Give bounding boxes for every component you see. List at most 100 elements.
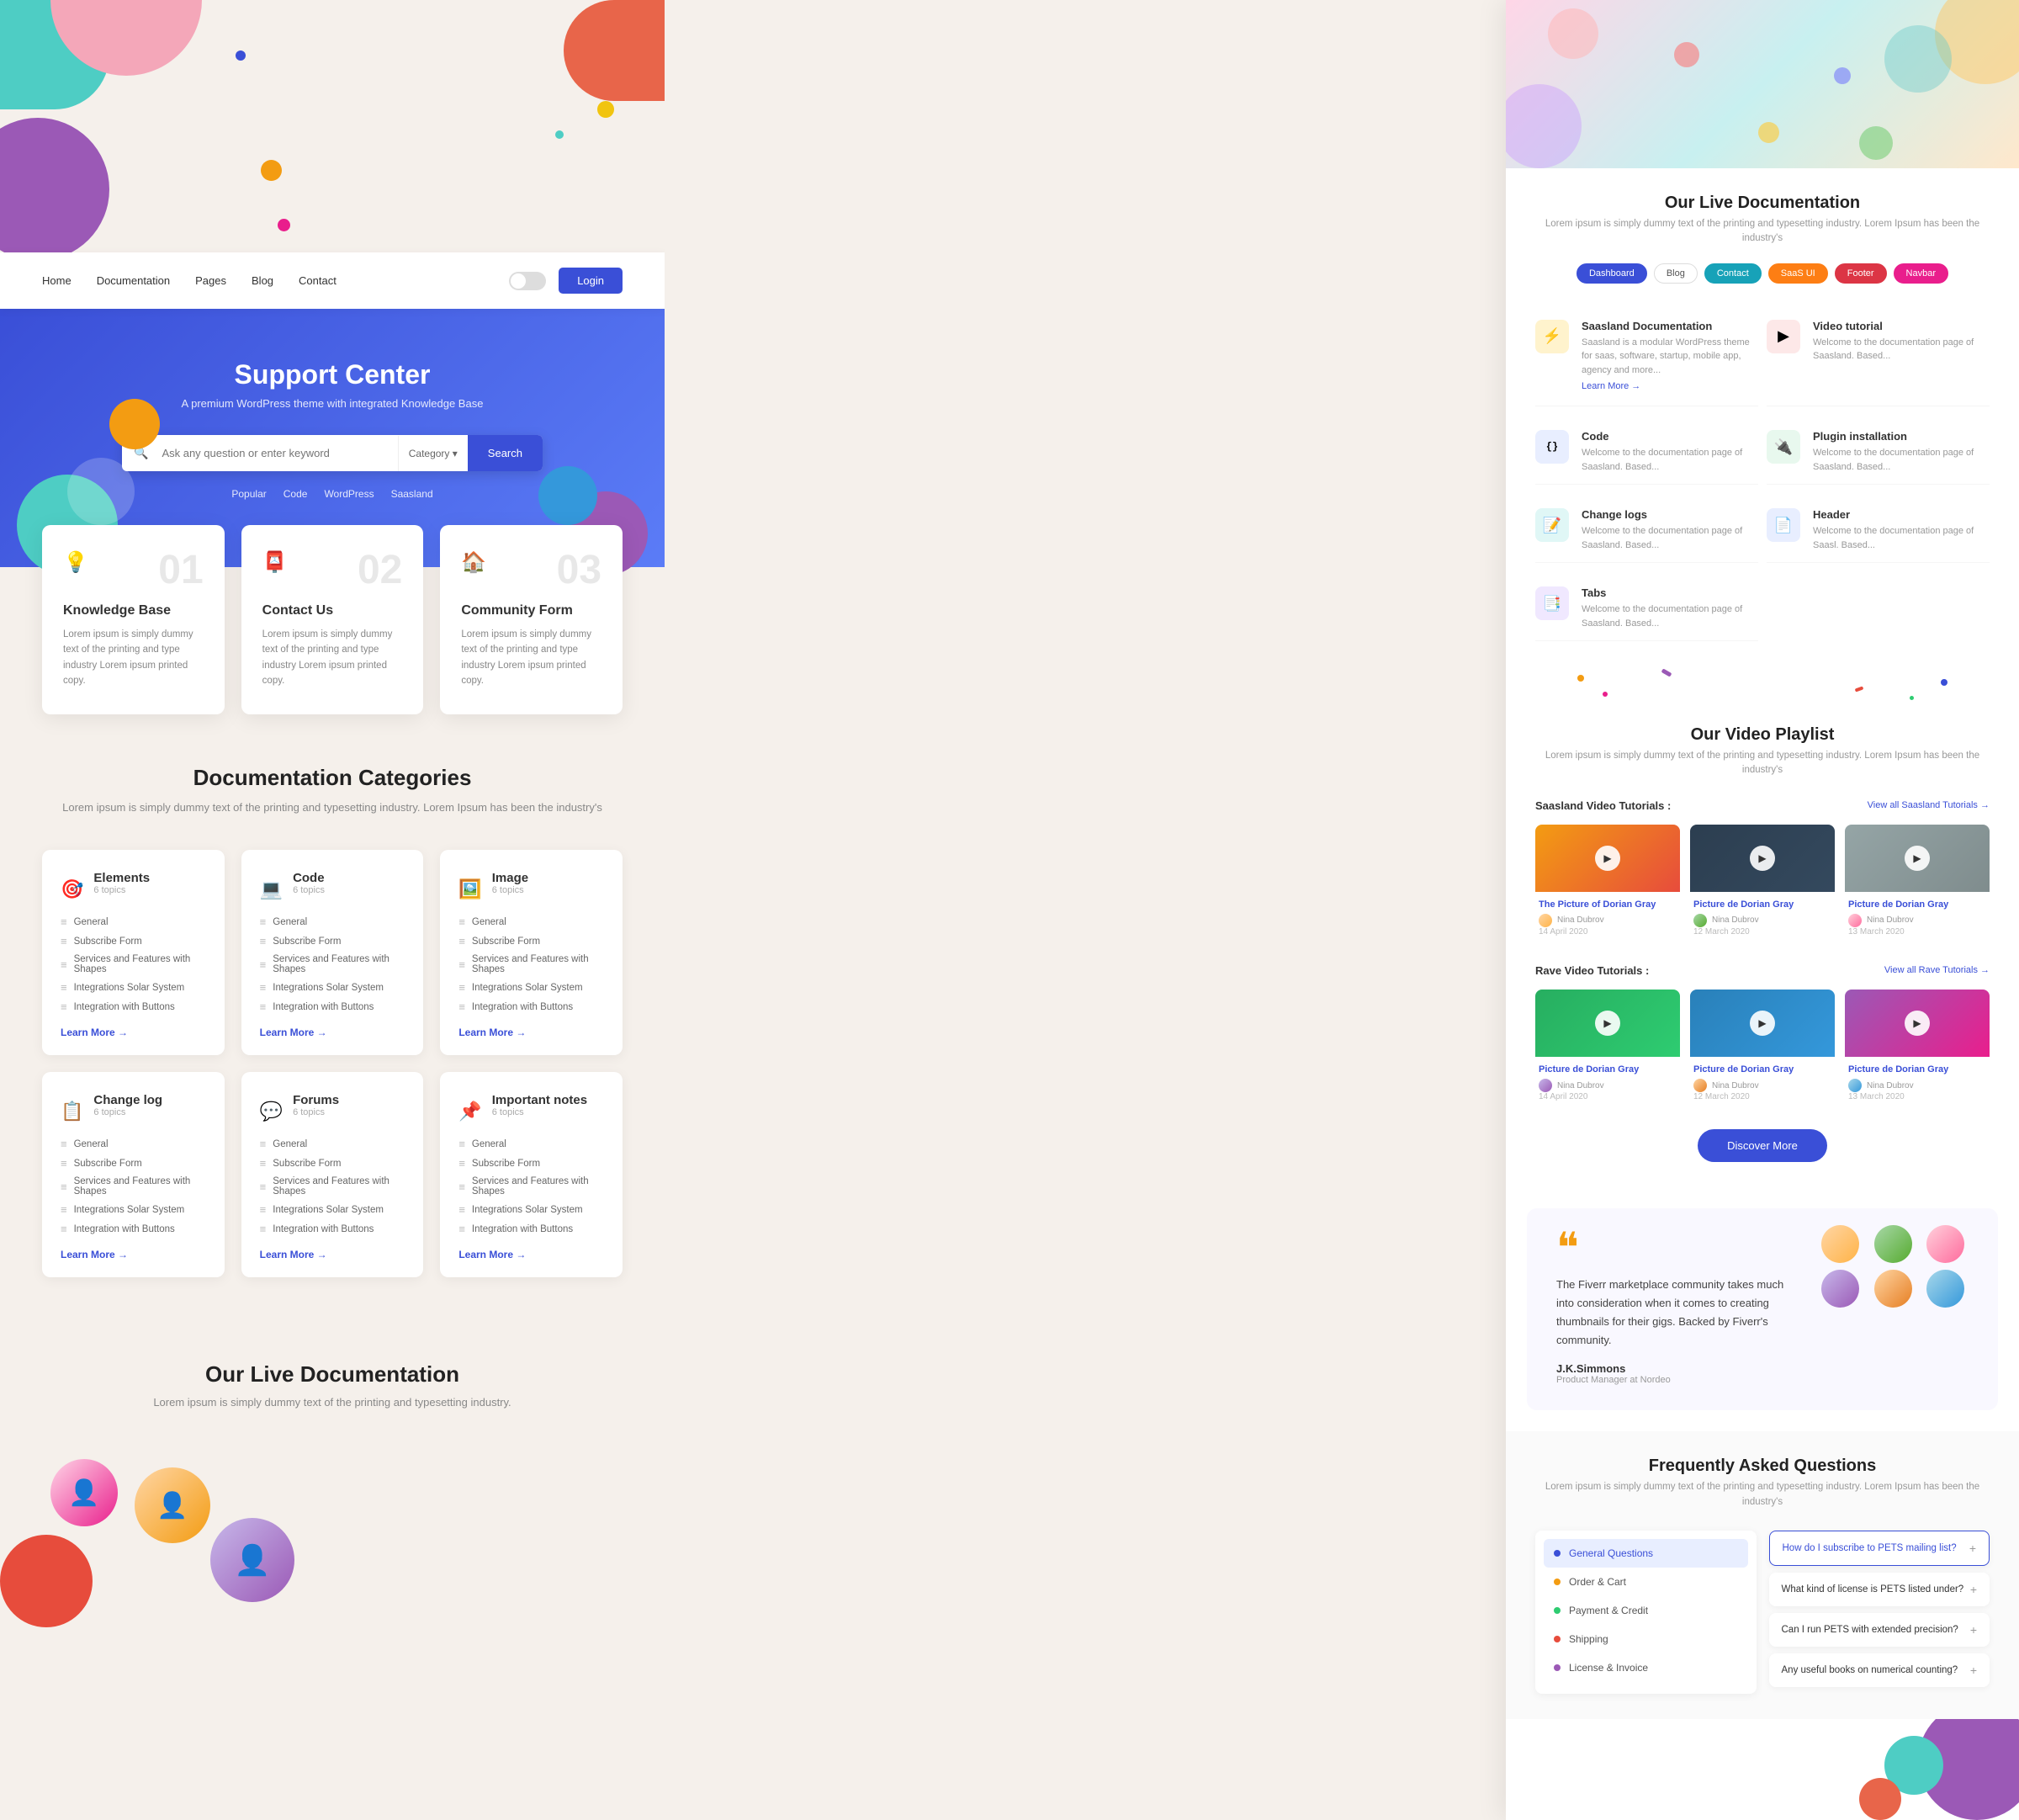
video-thumb-2[interactable]: ▶ Picture de Dorian Gray Nina Dubrov 12 … [1690, 825, 1835, 943]
list-item[interactable]: Integrations Solar System [458, 1200, 604, 1219]
list-item[interactable]: Subscribe Form [458, 1154, 604, 1173]
video-date-2: 12 March 2020 [1693, 927, 1831, 937]
nav-documentation[interactable]: Documentation [97, 274, 170, 287]
list-item[interactable]: Services and Features with Shapes [61, 951, 206, 978]
learn-more-changelog[interactable]: Learn More → [61, 1249, 206, 1260]
list-item[interactable]: General [61, 1134, 206, 1154]
tag-popular[interactable]: Popular [231, 488, 266, 500]
faq-q-3[interactable]: Can I run PETS with extended precision? … [1769, 1613, 1990, 1647]
theme-toggle[interactable] [509, 272, 546, 290]
list-item[interactable]: Services and Features with Shapes [260, 1173, 405, 1200]
list-item[interactable]: Integration with Buttons [458, 1219, 604, 1239]
login-button[interactable]: Login [559, 268, 623, 294]
filter-navbar[interactable]: Navbar [1894, 263, 1948, 284]
video-thumb-5[interactable]: ▶ Picture de Dorian Gray Nina Dubrov 12 … [1690, 990, 1835, 1108]
list-item[interactable]: Services and Features with Shapes [260, 951, 405, 978]
learn-more-elements[interactable]: Learn More → [61, 1027, 206, 1038]
discover-more-button[interactable]: Discover More [1698, 1129, 1827, 1162]
learn-more-code[interactable]: Learn More → [260, 1027, 405, 1038]
nav-links: Home Documentation Pages Blog Contact [42, 274, 336, 287]
category-dropdown[interactable]: Category ▾ [398, 436, 468, 471]
knowledge-icon: 💡 [63, 550, 88, 575]
filter-contact[interactable]: Contact [1704, 263, 1762, 284]
tag-code[interactable]: Code [284, 488, 308, 500]
faq-cat-order[interactable]: Order & Cart [1544, 1568, 1748, 1596]
video-title-1: The Picture of Dorian Gray [1539, 899, 1677, 910]
video-thumb-6[interactable]: ▶ Picture de Dorian Gray Nina Dubrov 13 … [1845, 990, 1990, 1108]
play-button-5[interactable]: ▶ [1750, 1011, 1775, 1036]
right-deco-top [1506, 0, 2019, 168]
tabs-icon: 📑 [1535, 586, 1569, 620]
video-thumb-4[interactable]: ▶ Picture de Dorian Gray Nina Dubrov 14 … [1535, 990, 1680, 1108]
list-item[interactable]: Integrations Solar System [260, 1200, 405, 1219]
faq-q-1[interactable]: How do I subscribe to PETS mailing list?… [1769, 1531, 1990, 1566]
video-thumb-3[interactable]: ▶ Picture de Dorian Gray Nina Dubrov 13 … [1845, 825, 1990, 943]
doc-card-topics-notes: 6 topics [492, 1107, 587, 1117]
nav-pages[interactable]: Pages [195, 274, 226, 287]
list-item[interactable]: Integrations Solar System [458, 978, 604, 997]
list-item[interactable]: Services and Features with Shapes [61, 1173, 206, 1200]
faq-q-text-2: What kind of license is PETS listed unde… [1782, 1584, 1970, 1594]
play-button-4[interactable]: ▶ [1595, 1011, 1620, 1036]
list-item[interactable]: Services and Features with Shapes [458, 951, 604, 978]
doc-card-topics-forums: 6 topics [293, 1107, 339, 1117]
list-item[interactable]: Subscribe Form [458, 931, 604, 951]
learn-more-forums[interactable]: Learn More → [260, 1249, 405, 1260]
faq-expand-icon-1: + [1969, 1541, 1976, 1555]
list-item[interactable]: Integration with Buttons [458, 997, 604, 1016]
doc-card-title-changelog: Change log [93, 1093, 162, 1107]
play-button-6[interactable]: ▶ [1905, 1011, 1930, 1036]
rave-view-all[interactable]: View all Rave Tutorials → [1884, 965, 1990, 975]
list-item[interactable]: Integration with Buttons [260, 997, 405, 1016]
faq-q-2[interactable]: What kind of license is PETS listed unde… [1769, 1573, 1990, 1606]
doc-grid: 🎯 Elements 6 topics General Subscribe Fo… [42, 850, 623, 1277]
faq-q-text-3: Can I run PETS with extended precision? [1782, 1625, 1970, 1635]
learn-more-saasland[interactable]: Learn More → [1582, 381, 1640, 391]
list-item[interactable]: Subscribe Form [61, 1154, 206, 1173]
doc-card-topics-elements: 6 topics [93, 885, 150, 895]
learn-more-image[interactable]: Learn More → [458, 1027, 604, 1038]
play-button-3[interactable]: ▶ [1905, 846, 1930, 871]
faq-q-text-1: How do I subscribe to PETS mailing list? [1783, 1543, 1969, 1553]
faq-cat-general[interactable]: General Questions [1544, 1539, 1748, 1568]
list-item[interactable]: General [260, 912, 405, 931]
faq-cat-shipping[interactable]: Shipping [1544, 1625, 1748, 1653]
list-item[interactable]: Subscribe Form [260, 931, 405, 951]
navigation: Home Documentation Pages Blog Contact Lo… [0, 252, 665, 309]
list-item[interactable]: Integration with Buttons [260, 1219, 405, 1239]
filter-dashboard[interactable]: Dashboard [1577, 263, 1647, 284]
filter-saas[interactable]: SaaS UI [1768, 263, 1828, 284]
faq-q-4[interactable]: Any useful books on numerical counting? … [1769, 1653, 1990, 1687]
left-live-doc-section: Our Live Documentation Lorem ipsum is si… [0, 1311, 665, 1459]
list-item[interactable]: Subscribe Form [61, 931, 206, 951]
list-item[interactable]: Integrations Solar System [61, 978, 206, 997]
right-live-doc: Our Live Documentation Lorem ipsum is si… [1506, 168, 2019, 666]
play-button-2[interactable]: ▶ [1750, 846, 1775, 871]
search-input[interactable] [148, 435, 397, 471]
faq-cat-payment[interactable]: Payment & Credit [1544, 1596, 1748, 1625]
faq-title: Frequently Asked Questions [1535, 1457, 1990, 1476]
saasland-view-all[interactable]: View all Saasland Tutorials → [1868, 800, 1990, 810]
play-button-1[interactable]: ▶ [1595, 846, 1620, 871]
list-item[interactable]: General [458, 912, 604, 931]
list-item[interactable]: Integration with Buttons [61, 1219, 206, 1239]
tag-saasland[interactable]: Saasland [391, 488, 433, 500]
feature-title-3: Community Form [461, 603, 601, 618]
tag-wordpress[interactable]: WordPress [324, 488, 374, 500]
list-item[interactable]: General [458, 1134, 604, 1154]
nav-home[interactable]: Home [42, 274, 72, 287]
list-item[interactable]: General [260, 1134, 405, 1154]
list-item[interactable]: Integrations Solar System [260, 978, 405, 997]
list-item[interactable]: General [61, 912, 206, 931]
list-item[interactable]: Integration with Buttons [61, 997, 206, 1016]
list-item[interactable]: Integrations Solar System [61, 1200, 206, 1219]
video-thumb-1[interactable]: ▶ The Picture of Dorian Gray Nina Dubrov… [1535, 825, 1680, 943]
nav-contact[interactable]: Contact [299, 274, 336, 287]
filter-footer[interactable]: Footer [1835, 263, 1887, 284]
list-item[interactable]: Services and Features with Shapes [458, 1173, 604, 1200]
nav-blog[interactable]: Blog [252, 274, 273, 287]
faq-cat-license[interactable]: License & Invoice [1544, 1653, 1748, 1682]
learn-more-notes[interactable]: Learn More → [458, 1249, 604, 1260]
list-item[interactable]: Subscribe Form [260, 1154, 405, 1173]
filter-blog[interactable]: Blog [1654, 263, 1698, 284]
